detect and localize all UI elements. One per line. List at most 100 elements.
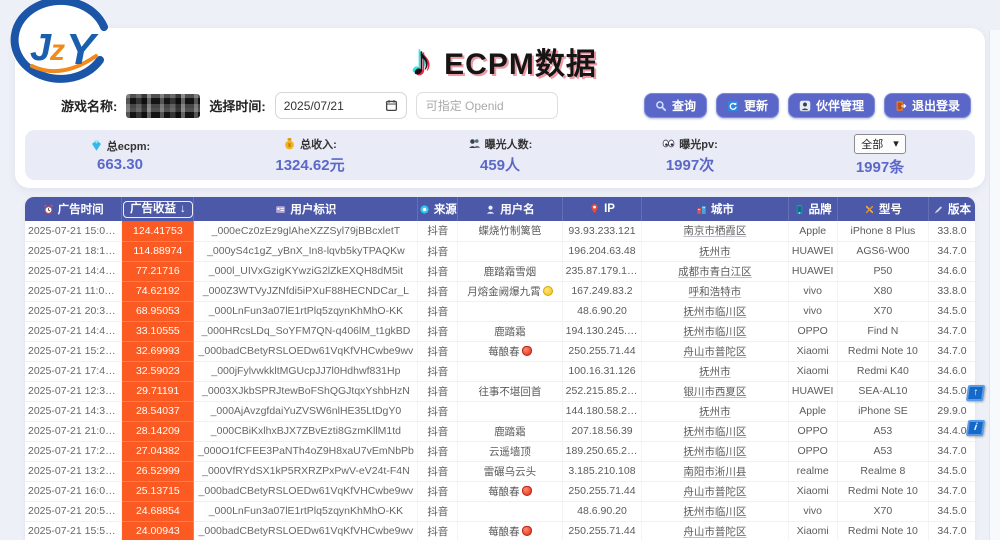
cell-revenue: 33.10555	[122, 321, 194, 341]
cell-brand: Xiaomi	[788, 341, 837, 361]
total-ecpm-label: 总ecpm:	[25, 138, 215, 154]
header-actions: 查询 更新 伙伴管理 退出登录	[644, 93, 971, 118]
cell-openid: _000AjAvzgfdaiYuZVSW6nlHE35LtDgY0	[194, 401, 418, 421]
col-header-revenue[interactable]: 广告收益 ↓	[122, 197, 194, 221]
cell-version: 34.5.0	[928, 301, 975, 321]
cell-revenue: 74.62192	[122, 281, 194, 301]
cell-city: 抚州市	[642, 401, 788, 421]
table-row: 2025-07-21 11:01:4874.62192_000Z3WTVyJZN…	[25, 281, 975, 301]
cell-openid: _000HRcsLDq_SoYFM7QN-q406lM_t1gkBD	[194, 321, 418, 341]
logout-button-label: 退出登录	[912, 97, 960, 114]
people-icon	[468, 137, 481, 150]
cell-source: 抖音	[418, 421, 458, 441]
cell-time: 2025-07-21 16:08:47	[25, 481, 122, 501]
cell-brand: OPPO	[788, 421, 837, 441]
col-header-username: 用户名	[458, 197, 562, 221]
cell-brand: OPPO	[788, 441, 837, 461]
table-head-row: 广告时间广告收益↓用户标识来源用户名IP城市品牌型号版本	[25, 197, 975, 221]
strawberry-emoji-icon	[522, 486, 532, 496]
partner-manage-button[interactable]: 伙伴管理	[788, 93, 875, 118]
partner-manage-button-label: 伙伴管理	[816, 97, 864, 114]
cell-username	[458, 501, 562, 521]
cell-openid: _000eCz0zEz9glAheXZZSyl79jBBcxletT	[194, 221, 418, 241]
table-row: 2025-07-21 15:21:0732.69993_000badCBetyR…	[25, 341, 975, 361]
cell-revenue: 32.59023	[122, 361, 194, 381]
cell-revenue: 26.52999	[122, 461, 194, 481]
cell-source: 抖音	[418, 281, 458, 301]
query-button[interactable]: 查询	[644, 93, 707, 118]
cell-openid: _0003XJkbSPRJtewBoFShQGJtqxYshbHzN	[194, 381, 418, 401]
cell-time: 2025-07-21 15:21:07	[25, 341, 122, 361]
date-input[interactable]: 2025/07/21	[275, 92, 407, 119]
cell-time: 2025-07-21 20:39:05	[25, 301, 122, 321]
cell-version: 34.7.0	[928, 521, 975, 540]
cell-city: 南阳市淅川县	[642, 461, 788, 481]
cell-username: 雷碾乌云头	[458, 461, 562, 481]
cell-brand: vivo	[788, 501, 837, 521]
filter-select[interactable]: 全部 ▾	[854, 134, 906, 154]
logo-letter-j: J	[30, 27, 52, 69]
cell-version: 33.8.0	[928, 221, 975, 241]
col-header-openid: 用户标识	[194, 197, 418, 221]
cell-ip: 3.185.210.108	[562, 461, 642, 481]
cell-revenue: 32.69993	[122, 341, 194, 361]
sort-desc-icon: ↓	[180, 202, 186, 217]
stat-total-ecpm: 总ecpm:663.30	[25, 138, 215, 173]
cell-city: 抚州市临川区	[642, 421, 788, 441]
cell-revenue: 28.14209	[122, 421, 194, 441]
eyes-icon	[662, 137, 675, 150]
cell-model: iPhone SE	[837, 401, 928, 421]
page-title: ECPM数据	[444, 45, 597, 84]
openid-input[interactable]	[416, 92, 558, 119]
logout-button[interactable]: 退出登录	[884, 93, 971, 118]
query-button-label: 查询	[672, 97, 696, 114]
cell-time: 2025-07-21 15:53:20	[25, 521, 122, 540]
cell-openid: _000jFylvwkkltMGUcpJJ7l0Hdhwf831Hp	[194, 361, 418, 381]
cell-version: 33.8.0	[928, 281, 975, 301]
cell-source: 抖音	[418, 321, 458, 341]
col-header-revenue-label: 广告收益	[130, 202, 176, 217]
cell-openid: _000O1fCFEE3PaNTh4oZ9H8xaU7vEmNbPb	[194, 441, 418, 461]
cell-model: A53	[837, 441, 928, 461]
moneybag-icon	[283, 137, 296, 150]
col-header-ip: IP	[562, 197, 642, 221]
cell-brand: Xiaomi	[788, 521, 837, 540]
total-income-label: 总收入:	[215, 136, 405, 152]
cell-model: Redmi Note 10	[837, 341, 928, 361]
cell-ip: 250.255.71.44	[562, 341, 642, 361]
cell-username: 月熔金阙爆九霄	[458, 281, 562, 301]
scrollbar-track[interactable]	[989, 30, 1000, 540]
cell-time: 2025-07-21 20:55:04	[25, 501, 122, 521]
cell-time: 2025-07-21 11:01:48	[25, 281, 122, 301]
cell-city: 抚州市临川区	[642, 301, 788, 321]
jzy-logo-icon: J z Y	[8, 0, 114, 88]
title-row: ♪ ♪ ♪ ECPM数据	[15, 32, 985, 84]
stat-total-income: 总收入:1324.62元	[215, 136, 405, 175]
cell-version: 34.5.0	[928, 501, 975, 521]
cell-ip: 250.255.71.44	[562, 481, 642, 501]
cell-source: 抖音	[418, 361, 458, 381]
back-to-top-button[interactable]: ↑	[966, 385, 985, 401]
calendar-icon	[385, 99, 398, 112]
game-name-censored	[126, 94, 200, 118]
cell-model: A53	[837, 421, 928, 441]
cell-ip: 196.204.63.48	[562, 241, 642, 261]
user-icon	[485, 204, 496, 215]
cell-version: 34.7.0	[928, 321, 975, 341]
cell-time: 2025-07-21 17:24:17	[25, 441, 122, 461]
refresh-button[interactable]: 更新	[716, 93, 779, 118]
cell-version: 34.7.0	[928, 341, 975, 361]
cell-ip: 48.6.90.20	[562, 301, 642, 321]
cell-model: AGS6-W00	[837, 241, 928, 261]
cell-source: 抖音	[418, 221, 458, 241]
cell-username	[458, 301, 562, 321]
time-label: 选择时间:	[209, 96, 265, 115]
cell-username: 鹿踏霜	[458, 321, 562, 341]
col-header-openid-label: 用户标识	[290, 201, 336, 217]
cell-version: 34.7.0	[928, 241, 975, 261]
cell-openid: _000CBiKxlhxBJX7ZBvEzti8GzmKllM1td	[194, 421, 418, 441]
cell-username: 往事不堪回首	[458, 381, 562, 401]
cell-version: 29.9.0	[928, 401, 975, 421]
info-button[interactable]: i	[966, 420, 985, 436]
table-row: 2025-07-21 15:01:47124.41753_000eCz0zEz9…	[25, 221, 975, 241]
